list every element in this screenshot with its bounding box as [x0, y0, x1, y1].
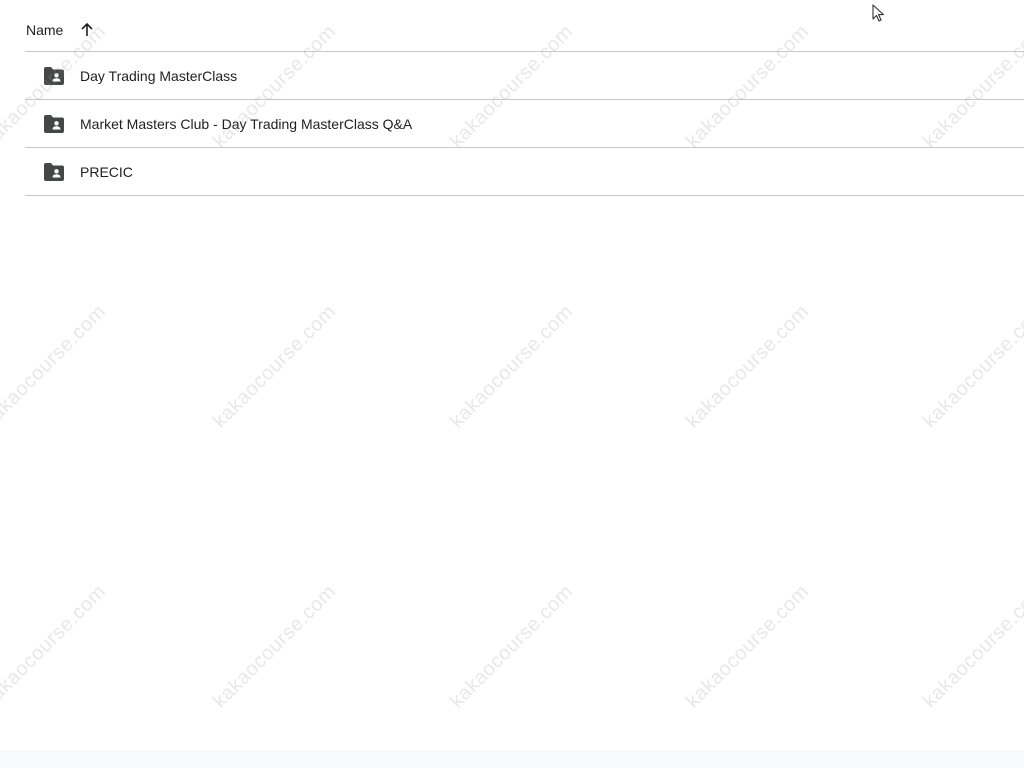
folder-name: Market Masters Club - Day Trading Master… — [80, 115, 413, 132]
folder-name: Day Trading MasterClass — [80, 67, 238, 84]
watermark: kakaocourse.com — [918, 300, 1024, 433]
shared-folder-icon — [43, 66, 65, 85]
watermark: kakaocourse.com — [445, 300, 578, 433]
watermark: kakaocourse.com — [918, 580, 1024, 713]
name-column-header[interactable]: Name — [26, 22, 63, 38]
watermark: kakaocourse.com — [208, 300, 341, 433]
file-list: Name Day Trading MasterClass Market Mast… — [25, 8, 1024, 196]
shared-folder-icon — [43, 162, 65, 181]
watermark: kakaocourse.com — [0, 580, 111, 713]
watermark: kakaocourse.com — [445, 580, 578, 713]
arrow-up-icon[interactable] — [79, 22, 95, 38]
watermark: kakaocourse.com — [681, 580, 814, 713]
folder-row[interactable]: Day Trading MasterClass — [25, 52, 1024, 100]
folder-row[interactable]: PRECIC — [25, 148, 1024, 196]
watermark: kakaocourse.com — [0, 300, 111, 433]
mouse-cursor-icon — [872, 4, 886, 24]
folder-row[interactable]: Market Masters Club - Day Trading Master… — [25, 100, 1024, 148]
shared-folder-icon — [43, 114, 65, 133]
file-browser-page: Name Day Trading MasterClass Market Mast… — [0, 0, 1024, 768]
watermark: kakaocourse.com — [681, 300, 814, 433]
folder-name: PRECIC — [80, 163, 133, 180]
watermark: kakaocourse.com — [208, 580, 341, 713]
bottom-bar — [0, 750, 1024, 768]
